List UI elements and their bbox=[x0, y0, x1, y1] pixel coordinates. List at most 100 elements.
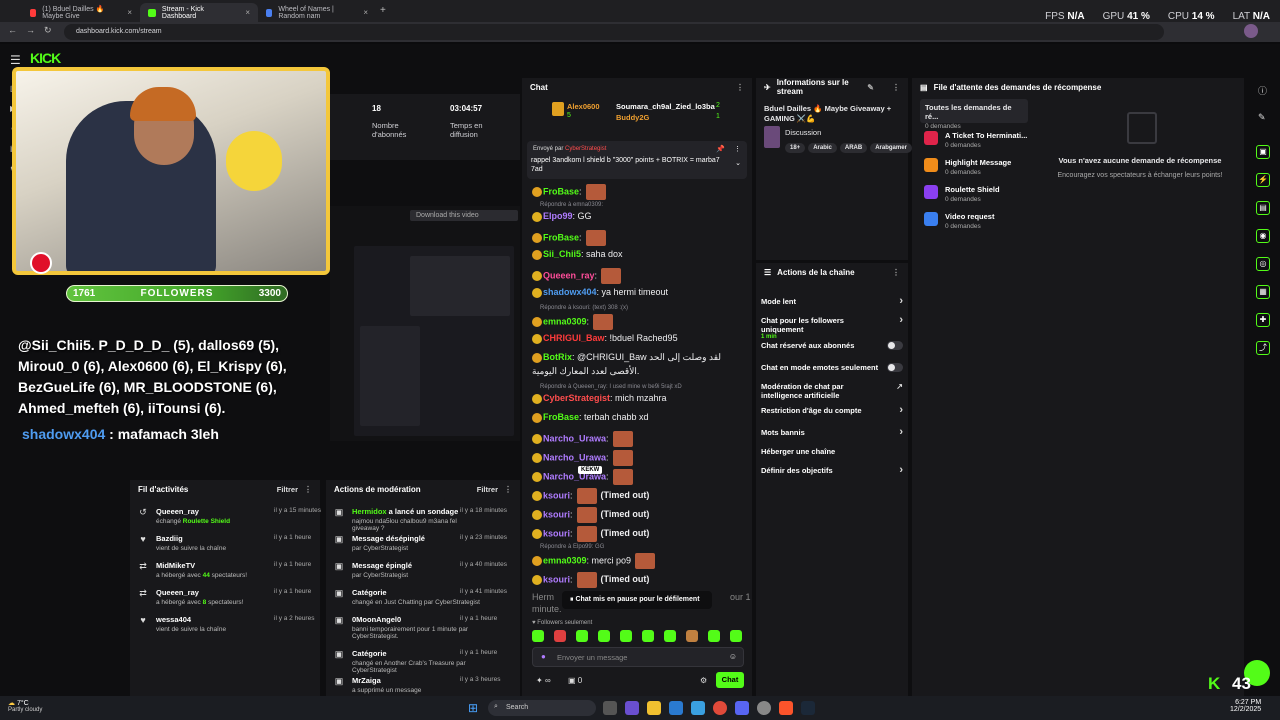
chat-message[interactable]: emna0309: merci po9 bbox=[532, 553, 656, 569]
tag[interactable]: Arabic bbox=[808, 143, 837, 153]
taskbar-clock[interactable]: 6:27 PM 12/2/2025 bbox=[1230, 699, 1261, 713]
close-tab-icon[interactable]: × bbox=[127, 8, 132, 17]
chat-username[interactable]: emna0309 bbox=[543, 555, 587, 565]
pin-icon[interactable]: 📌 bbox=[716, 145, 725, 153]
more-icon[interactable]: ⋮ bbox=[734, 145, 741, 153]
more-icon[interactable]: ⋮ bbox=[892, 83, 900, 92]
chrome-icon[interactable] bbox=[713, 701, 727, 715]
browser-tab-youtube[interactable]: (1) Bduel Dailles 🔥 Maybe Give × bbox=[22, 3, 140, 22]
edit-icon[interactable]: ✎ bbox=[867, 83, 874, 92]
emote-icon[interactable] bbox=[642, 630, 654, 642]
mod-filter-button[interactable]: Filtrer bbox=[477, 485, 498, 494]
camera-icon[interactable]: ▣ bbox=[1256, 145, 1270, 159]
reply-reference[interactable]: Répondre à emna0309: bbox=[540, 202, 603, 208]
channel-action-row[interactable]: Restriction d'âge du compte › bbox=[761, 404, 903, 416]
activity-item[interactable]: ♥ wessa404 vient de suivre la chaîne il y … bbox=[138, 615, 318, 633]
mod-action-item[interactable]: ▣ Catégorie changé en Another Crab's Treas… bbox=[334, 649, 516, 674]
mod-action-item[interactable]: ▣ Message désépinglé par CyberStrategist il… bbox=[334, 534, 516, 552]
reward-item[interactable]: Video request 0 demandes bbox=[924, 212, 994, 230]
mod-action-item[interactable]: ▣ MrZaiga a supprimé un message il y a 3 he… bbox=[334, 676, 516, 694]
new-tab-icon[interactable]: + bbox=[380, 5, 386, 16]
emote-image[interactable] bbox=[612, 469, 633, 485]
store-icon[interactable] bbox=[691, 701, 705, 715]
emote-icon[interactable] bbox=[532, 630, 544, 642]
channel-action-row[interactable]: Chat en mode emotes seulement bbox=[761, 363, 903, 372]
close-tab-icon[interactable]: × bbox=[245, 8, 250, 17]
more-icon[interactable]: ⋮ bbox=[892, 268, 900, 277]
emote-icon[interactable] bbox=[664, 630, 676, 642]
top-gifter-2[interactable]: Soumara_ch9al_Zied_lo3ba bbox=[616, 102, 715, 111]
channel-action-row[interactable]: Mode lent › bbox=[761, 295, 903, 307]
emote-icon[interactable] bbox=[598, 630, 610, 642]
send-chat-button[interactable]: Chat bbox=[716, 672, 744, 688]
emoji-icon[interactable]: ☺ bbox=[729, 652, 737, 661]
channel-action-row[interactable]: Modération de chat par intelligence arti… bbox=[761, 382, 903, 400]
share-icon[interactable]: ⤴ bbox=[1256, 341, 1270, 355]
reply-reference[interactable]: Répondre à ksouri: (text) 308 :(x) bbox=[540, 305, 628, 311]
chat-username[interactable]: ksouri bbox=[543, 574, 570, 584]
tag[interactable]: Arabgamer bbox=[870, 143, 912, 153]
chat-message[interactable]: Narcho_Urawa: bbox=[532, 431, 633, 447]
download-video-button[interactable]: Download this video bbox=[410, 210, 518, 221]
stream-category[interactable]: Discussion bbox=[785, 128, 821, 137]
task-view-icon[interactable] bbox=[603, 701, 617, 715]
activity-filter-button[interactable]: Filtrer bbox=[277, 485, 298, 494]
chat-settings-icon[interactable]: ⚙ bbox=[700, 676, 707, 685]
mod-action-item[interactable]: ▣ Catégorie changé en Just Chatting par Cy… bbox=[334, 588, 516, 606]
mod-action-item[interactable]: ▣ Message épinglé par CyberStrategist il y … bbox=[334, 561, 516, 579]
tag[interactable]: 18+ bbox=[785, 143, 806, 153]
forward-icon[interactable]: → bbox=[26, 25, 35, 35]
activity-item[interactable]: ♥ Bazdiig vient de suivre la chaîne il y a… bbox=[138, 534, 318, 552]
taskbar-search[interactable]: ⌕ Search bbox=[488, 700, 596, 716]
steam-icon[interactable] bbox=[801, 701, 815, 715]
reward-item[interactable]: Highlight Message 0 demandes bbox=[924, 158, 1011, 176]
emote-image[interactable] bbox=[585, 184, 606, 200]
chat-message[interactable]: FroBase: bbox=[532, 230, 606, 246]
chat-username[interactable]: ksouri bbox=[543, 509, 570, 519]
broadcast-icon[interactable]: ◎ bbox=[1256, 257, 1270, 271]
reward-item[interactable]: Roulette Shield 0 demandes bbox=[924, 185, 1000, 203]
menu-icon[interactable]: ☰ bbox=[10, 53, 21, 67]
clipboard-icon[interactable]: ▤ bbox=[1256, 201, 1270, 215]
channel-action-row[interactable]: Héberger une chaîne bbox=[761, 447, 903, 456]
back-icon[interactable]: ← bbox=[8, 25, 17, 35]
chat-message[interactable]: ksouri: (Timed out) bbox=[532, 526, 649, 542]
browser-tab-kick-dashboard[interactable]: Stream - Kick Dashboard × bbox=[140, 3, 258, 22]
brave-icon[interactable] bbox=[779, 701, 793, 715]
reward-item[interactable]: A Ticket To Herminati... 0 demandes bbox=[924, 131, 1027, 149]
chat-username[interactable]: BotRix bbox=[543, 352, 572, 362]
chat-message[interactable]: ksouri: (Timed out) bbox=[532, 488, 649, 504]
channel-action-row[interactable]: Chat pour les followers uniquement 1 min › bbox=[761, 314, 903, 340]
chat-username[interactable]: Narcho_Urawa bbox=[543, 433, 606, 443]
chat-message[interactable]: BotRix: @CHRIGUI_Baw لقد وصلت إلى الحد bbox=[532, 352, 721, 363]
chat-message[interactable]: CyberStrategist: mich mzahra bbox=[532, 393, 667, 404]
emote-image[interactable] bbox=[612, 431, 633, 447]
emote-image[interactable] bbox=[612, 450, 633, 466]
toggle-switch[interactable] bbox=[887, 363, 903, 372]
weather-widget[interactable]: ☁ 7°C Partly cloudy bbox=[8, 699, 42, 713]
chat-username[interactable]: ksouri bbox=[543, 528, 570, 538]
chat-username[interactable]: shadowx404 bbox=[543, 287, 597, 297]
microphone-icon[interactable]: ● bbox=[541, 652, 546, 661]
reply-reference[interactable]: Répondre à Queeen_ray: I used mine w be9… bbox=[540, 384, 682, 390]
emote-icon[interactable] bbox=[730, 630, 742, 642]
mod-action-item[interactable]: ▣ 0MoonAngel0 banni temporairement pour 1 … bbox=[334, 615, 516, 640]
emote-icon[interactable] bbox=[620, 630, 632, 642]
chat-message[interactable]: Narcho_Urawa: bbox=[532, 450, 633, 466]
chat-message[interactable]: Elpo99: GG bbox=[532, 211, 592, 222]
chat-username[interactable]: Elpo99 bbox=[543, 211, 573, 221]
emote-image[interactable] bbox=[585, 230, 606, 246]
chat-username[interactable]: emna0309 bbox=[543, 316, 587, 326]
toggle-switch[interactable] bbox=[887, 341, 903, 350]
emote-icon[interactable] bbox=[576, 630, 588, 642]
chat-message[interactable]: FroBase: bbox=[532, 184, 606, 200]
edge-icon[interactable] bbox=[669, 701, 683, 715]
mod-action-item[interactable]: ▣ Hermidox a lancé un sondage najmou nda5l… bbox=[334, 507, 516, 532]
all-requests-filter[interactable]: Toutes les demandes de ré... 0 demandes bbox=[920, 99, 1028, 130]
chat-message[interactable]: ksouri: (Timed out) bbox=[532, 507, 649, 523]
emote-icon[interactable] bbox=[686, 630, 698, 642]
chat-username[interactable]: Sii_Chii5 bbox=[543, 249, 581, 259]
more-icon[interactable]: ⋮ bbox=[504, 485, 512, 494]
url-input[interactable]: dashboard.kick.com/stream bbox=[64, 24, 1164, 40]
chat-paused-banner[interactable]: ⏸ Chat mis en pause pour le défilement bbox=[562, 591, 712, 609]
